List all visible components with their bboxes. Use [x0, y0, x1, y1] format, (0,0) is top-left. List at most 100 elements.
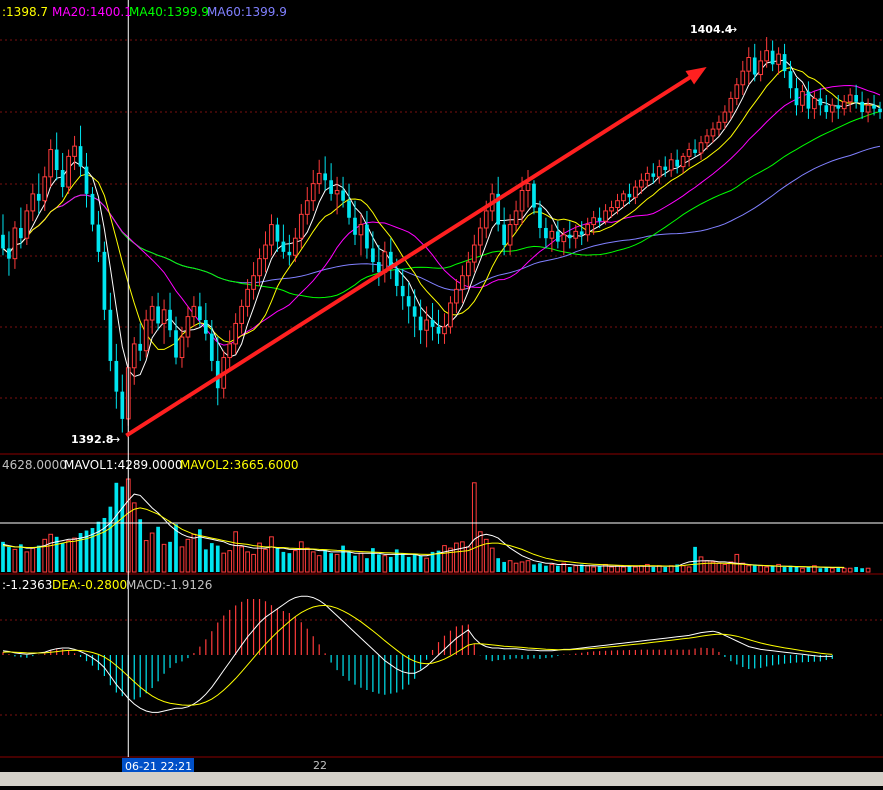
volume-bar — [149, 532, 155, 573]
candle-body — [668, 159, 674, 171]
candle-body — [854, 95, 859, 102]
candle-body — [191, 305, 197, 318]
volume-bar — [323, 549, 328, 572]
volume-bar — [854, 566, 859, 572]
high-arrow-glyph: → — [728, 23, 737, 36]
volume-bar — [316, 555, 322, 573]
candle-body — [507, 224, 513, 246]
candle-body — [329, 180, 333, 194]
volume-bar — [334, 553, 340, 573]
candle — [776, 47, 781, 75]
volume-bar — [60, 543, 65, 572]
candle — [203, 302, 208, 341]
candle-body — [203, 320, 208, 334]
volume-bar — [860, 568, 864, 572]
volume-bar — [48, 533, 54, 573]
candle-body — [579, 231, 584, 235]
candle — [400, 268, 405, 310]
candle-body — [615, 200, 620, 209]
volume-bar — [1, 541, 5, 572]
candle-body — [102, 251, 107, 310]
candle — [567, 221, 572, 249]
candle-body — [758, 60, 764, 76]
candle-body — [42, 176, 48, 202]
candle-body — [591, 217, 596, 226]
candle — [48, 139, 54, 188]
volume-bar — [191, 533, 197, 573]
candle — [847, 88, 853, 113]
candle — [812, 91, 817, 119]
candle — [120, 374, 125, 433]
candle-body — [310, 183, 316, 202]
volume-bar — [102, 517, 107, 572]
candle — [198, 292, 202, 327]
volume-bars[interactable] — [1, 478, 871, 573]
candle — [353, 200, 357, 246]
dea-line — [2, 604, 833, 706]
candle-body — [377, 262, 381, 273]
kline-chart[interactable]: :1398.7 MA20:1400.1 MA40:1399.9 MA60:139… — [0, 0, 883, 786]
volume-bar — [358, 552, 364, 573]
candle-body — [644, 172, 650, 181]
candle — [465, 251, 471, 290]
candle — [693, 139, 697, 157]
candle-body — [209, 333, 214, 361]
macd-pane[interactable] — [2, 595, 833, 713]
candle-body — [292, 237, 298, 256]
low-arrow-glyph: → — [111, 433, 120, 446]
candle-body — [298, 213, 304, 239]
volume-bar — [221, 552, 227, 573]
volume-bar — [471, 482, 477, 573]
candle-body — [567, 234, 572, 239]
volume-bar — [764, 566, 770, 573]
candle-body — [406, 296, 411, 307]
candle — [656, 159, 662, 184]
dea-legend: DEA:-0.2800 — [52, 578, 127, 592]
candle-body — [156, 306, 160, 324]
candle-body — [90, 193, 95, 225]
volume-bar — [502, 561, 506, 572]
candle-body — [304, 200, 310, 215]
volume-bar — [597, 565, 602, 572]
candle-body — [48, 149, 54, 178]
candle-body — [847, 94, 853, 103]
volume-bar — [818, 568, 823, 572]
candle-body — [513, 210, 519, 226]
candle — [358, 214, 364, 256]
candle — [878, 101, 882, 119]
candle-body — [269, 224, 274, 246]
volume-bar — [698, 556, 704, 573]
candle — [377, 245, 381, 286]
kline-svg[interactable]: :1398.7 MA20:1400.1 MA40:1399.9 MA60:139… — [0, 0, 883, 786]
ma20-line — [2, 84, 881, 346]
candle — [191, 296, 197, 327]
candle — [615, 193, 620, 215]
volume-bar — [245, 551, 250, 573]
volume-bar — [794, 566, 799, 572]
candle — [54, 132, 59, 181]
candle-body — [525, 183, 531, 191]
volume-bar — [651, 566, 656, 572]
candle — [90, 187, 95, 232]
candle — [257, 248, 262, 286]
candle — [156, 292, 160, 331]
candle-body — [549, 230, 555, 239]
candle-body — [149, 305, 155, 321]
volume-bar — [544, 565, 548, 572]
candle — [227, 330, 233, 372]
volume-bar — [477, 531, 483, 573]
mavol1-legend: MAVOL1:4289.0000 — [64, 458, 183, 472]
volume-bar — [209, 543, 214, 572]
volume-bar — [131, 502, 137, 573]
candle-body — [371, 248, 375, 263]
candle — [263, 231, 268, 273]
volume-bar — [680, 565, 686, 573]
volume-bar — [42, 538, 48, 573]
candle-body — [24, 210, 30, 239]
volume-bar — [12, 548, 18, 573]
candle — [406, 282, 411, 324]
candle-body — [621, 193, 626, 202]
candle-body — [561, 234, 567, 243]
volume-bar — [263, 548, 268, 573]
candle — [298, 204, 304, 249]
